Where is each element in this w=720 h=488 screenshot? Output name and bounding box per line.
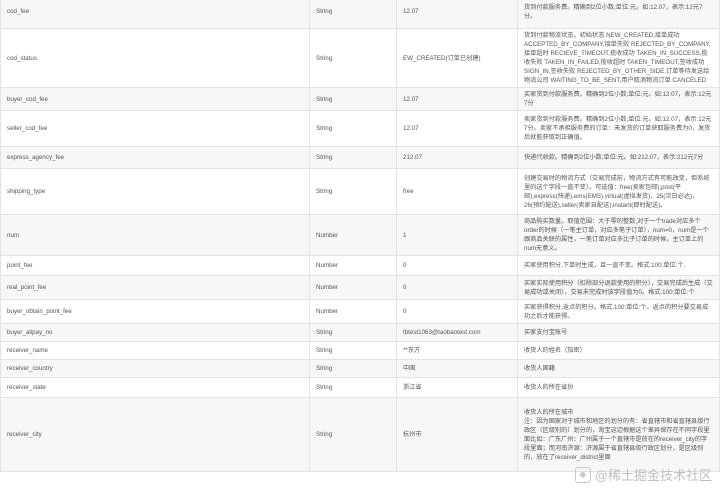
- table-row: receiver_city String 杭州市 收货人的所在城市 注：因为国家对于城…: [0, 397, 720, 472]
- field-example-cell: 中国: [396, 359, 518, 378]
- field-desc-cell: 买家实际使用积分（扣除部分退款使用的积分），交易完成后生成（交易成功或关闭），交…: [517, 275, 720, 300]
- field-example-cell: tbtest1063@taobaotest.com: [396, 323, 518, 342]
- field-example-cell: free: [396, 168, 518, 215]
- field-name-cell: receiver_state: [0, 377, 310, 398]
- field-example-cell: 12.07: [396, 87, 518, 111]
- field-name-cell: cod_fee: [0, 0, 310, 29]
- field-desc-cell: 收货人的姓名（加密）: [517, 341, 720, 360]
- field-name-cell: seller_cod_fee: [0, 110, 310, 147]
- field-type-cell: String: [309, 397, 397, 472]
- table-row: express_agency_fee String 212.07 快递代收款。精确到2…: [0, 146, 720, 169]
- field-example-cell: 12.07: [396, 0, 518, 29]
- field-desc-cell: 买家支付宝账号: [517, 323, 720, 342]
- table-row: buyer_obtain_point_fee Number 0 买家获得积分,返点的积…: [0, 299, 720, 324]
- field-example-cell: 浙江省: [396, 377, 518, 398]
- field-name-cell: real_point_fee: [0, 275, 310, 300]
- field-desc-cell: 收货人国籍: [517, 359, 720, 378]
- juejin-logo-icon: ◆: [574, 466, 591, 483]
- watermark: ◆ @稀土掘金技术社区: [574, 465, 712, 484]
- table-row: buyer_cod_fee String 12.07 买家货到付款服务费。精确到2位小…: [0, 87, 720, 111]
- field-name-cell: receiver_city: [0, 397, 310, 472]
- field-type-cell: String: [309, 28, 397, 88]
- field-type-cell: String: [309, 168, 397, 215]
- field-desc-cell: 买家货到付款服务费。精确到2位小数;单位:元。如:12.07，表示:12元7分: [517, 87, 720, 111]
- field-name-cell: cod_status: [0, 28, 310, 88]
- field-desc-cell: 创建交易时的物流方式（交易完成前，物流方式有可能改变，但系统里的这个字段一直不变…: [517, 168, 720, 215]
- field-type-cell: String: [309, 323, 397, 342]
- field-example-cell: 1: [396, 214, 518, 256]
- field-name-cell: receiver_name: [0, 341, 310, 360]
- field-name-cell: num: [0, 214, 310, 256]
- field-example-cell: **东方: [396, 341, 518, 360]
- field-type-cell: String: [309, 359, 397, 378]
- field-desc-cell: 快递代收款。精确到2位小数;单位:元。如:212.07，表示:212元7分: [517, 146, 720, 169]
- table-row: shipping_type String free 创建交易时的物流方式（交易完成前，…: [0, 168, 720, 215]
- field-desc-cell: 货到付款服务费。精确到2位小数;单位:元。如:12.07，表示:12元7分。: [517, 0, 720, 29]
- field-desc-cell: 收货人的所在省份: [517, 377, 720, 398]
- field-type-cell: Number: [309, 255, 397, 276]
- field-table: cod_fee String 12.07 货到付款服务费。精确到2位小数;单位:元。如…: [0, 0, 720, 472]
- table-row: receiver_state String 浙江省 收货人的所在省份: [0, 377, 720, 398]
- table-row: cod_status String EW_CREATED(订单已创建) 货到付款物流状…: [0, 28, 720, 88]
- field-type-cell: String: [309, 341, 397, 360]
- field-example-cell: 0: [396, 275, 518, 300]
- field-name-cell: buyer_obtain_point_fee: [0, 299, 310, 324]
- field-desc-cell: 买家使用积分,下单时生成，且一直不变。格式:100;单位:个.: [517, 255, 720, 276]
- field-type-cell: Number: [309, 214, 397, 256]
- table-row: seller_cod_fee String 12.07 卖家货到付款服务费。精确到2位…: [0, 110, 720, 147]
- field-name-cell: buyer_alipay_no: [0, 323, 310, 342]
- field-name-cell: shipping_type: [0, 168, 310, 215]
- table-row: real_point_fee Number 0 买家实际使用积分（扣除部分退款使用的积…: [0, 275, 720, 300]
- watermark-text: @稀土掘金技术社区: [594, 468, 712, 483]
- field-example-cell: 212.07: [396, 146, 518, 169]
- field-type-cell: String: [309, 0, 397, 29]
- field-desc-cell: 卖家货到付款服务费。精确到2位小数;单位:元。如:12.07，表示:12元7分。…: [517, 110, 720, 147]
- field-name-cell: buyer_cod_fee: [0, 87, 310, 111]
- table-row: point_fee Number 0 买家使用积分,下单时生成，且一直不变。格式:10…: [0, 255, 720, 276]
- field-type-cell: String: [309, 110, 397, 147]
- field-desc-cell: 收货人的所在城市 注：因为国家对于城市和地区的划分的有：省直辖市和省直辖县级行政…: [517, 397, 720, 472]
- field-example-cell: 杭州市: [396, 397, 518, 472]
- field-type-cell: String: [309, 87, 397, 111]
- field-desc-cell: 货到付款物流状态。初始状态 NEW_CREATED,接单成功 ACCEPTED_…: [517, 28, 720, 88]
- field-desc-cell: 商品购买数量。取值范围：大于零的整数,对于一个trade对应多个order的时候…: [517, 214, 720, 256]
- field-example-cell: EW_CREATED(订单已创建): [396, 28, 518, 88]
- field-name-cell: point_fee: [0, 255, 310, 276]
- table-row: receiver_name String **东方 收货人的姓名（加密）: [0, 341, 720, 360]
- field-example-cell: 12.07: [396, 110, 518, 147]
- field-type-cell: Number: [309, 299, 397, 324]
- table-row: receiver_country String 中国 收货人国籍: [0, 359, 720, 378]
- table-row: cod_fee String 12.07 货到付款服务费。精确到2位小数;单位:元。如…: [0, 0, 720, 29]
- table-row: num Number 1 商品购买数量。取值范围：大于零的整数,对于一个trade对应…: [0, 214, 720, 256]
- field-type-cell: Number: [309, 275, 397, 300]
- field-name-cell: receiver_country: [0, 359, 310, 378]
- field-type-cell: String: [309, 146, 397, 169]
- table-row: buyer_alipay_no String tbtest1063@taobaote…: [0, 323, 720, 342]
- field-example-cell: 0: [396, 299, 518, 324]
- field-example-cell: 0: [396, 255, 518, 276]
- field-type-cell: String: [309, 377, 397, 398]
- field-name-cell: express_agency_fee: [0, 146, 310, 169]
- field-desc-cell: 买家获得积分,返点的积分。格式:100;单位:个。返点的积分要交易成功之后才能获…: [517, 299, 720, 324]
